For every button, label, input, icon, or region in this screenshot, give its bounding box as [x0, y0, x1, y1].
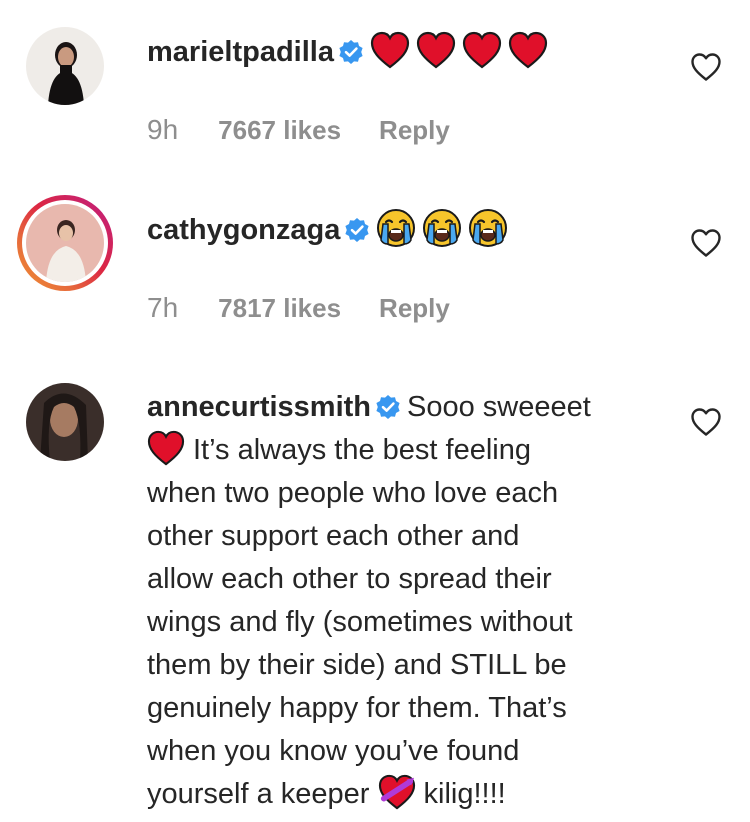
avatar [26, 204, 104, 282]
username[interactable]: cathygonzaga [147, 214, 340, 246]
red-heart-icon [508, 30, 548, 70]
heart-with-ribbon-icon [378, 774, 416, 810]
comment-meta: 9h 7667 likes Reply [147, 114, 450, 146]
comment-line: yourself a keeper kilig!!!! [147, 773, 667, 816]
verified-badge-icon [344, 217, 370, 243]
comment-meta: 7h 7817 likes Reply [147, 292, 450, 324]
comment-text: It’s always the best feeling [193, 434, 531, 466]
comment-text: yourself a keeper [147, 778, 370, 810]
comment-text: kilig!!!! [423, 778, 506, 810]
comment-line: It’s always the best feeling [147, 429, 667, 472]
comment-timestamp[interactable]: 9h [147, 114, 178, 146]
comment-text: allow each other to spread their [147, 563, 552, 595]
reply-button[interactable]: Reply [379, 115, 450, 146]
likes-count[interactable]: 7817 likes [218, 293, 341, 324]
red-heart-icon [462, 30, 502, 70]
comment-text: wings and fly (sometimes without [147, 606, 573, 638]
comment-text: when you know you’ve found [147, 735, 520, 767]
comment-text: genuinely happy for them. That’s [147, 692, 567, 724]
username[interactable]: annecurtissmith [147, 391, 371, 423]
comment-text: other support each other and [147, 520, 520, 552]
red-heart-icon [147, 430, 185, 466]
verified-badge-icon [375, 394, 401, 420]
comment-content: cathygonzaga [147, 208, 667, 252]
like-heart-icon[interactable] [690, 407, 722, 437]
avatar[interactable] [26, 383, 104, 461]
loudly-crying-face-icon [422, 208, 462, 248]
like-heart-icon[interactable] [690, 228, 722, 258]
verified-badge-icon [338, 39, 364, 65]
comment-content: annecurtissmith Sooo sweeeet It’s always … [147, 386, 667, 816]
likes-count[interactable]: 7667 likes [218, 115, 341, 146]
comment-text: when two people who love each [147, 477, 559, 509]
like-heart-icon[interactable] [690, 52, 722, 82]
comment-timestamp[interactable]: 7h [147, 292, 178, 324]
reply-button[interactable]: Reply [379, 293, 450, 324]
avatar[interactable] [26, 27, 104, 105]
comment-line: annecurtissmith Sooo sweeeet [147, 386, 667, 429]
username[interactable]: marieltpadilla [147, 36, 334, 68]
red-heart-icon [370, 30, 410, 70]
comment-text: them by their side) and STILL be [147, 649, 567, 681]
loudly-crying-face-icon [468, 208, 508, 248]
comment-content: marieltpadilla [147, 30, 667, 74]
story-ring[interactable] [17, 195, 113, 291]
loudly-crying-face-icon [376, 208, 416, 248]
comment-text: Sooo sweeeet [407, 391, 591, 423]
red-heart-icon [416, 30, 456, 70]
